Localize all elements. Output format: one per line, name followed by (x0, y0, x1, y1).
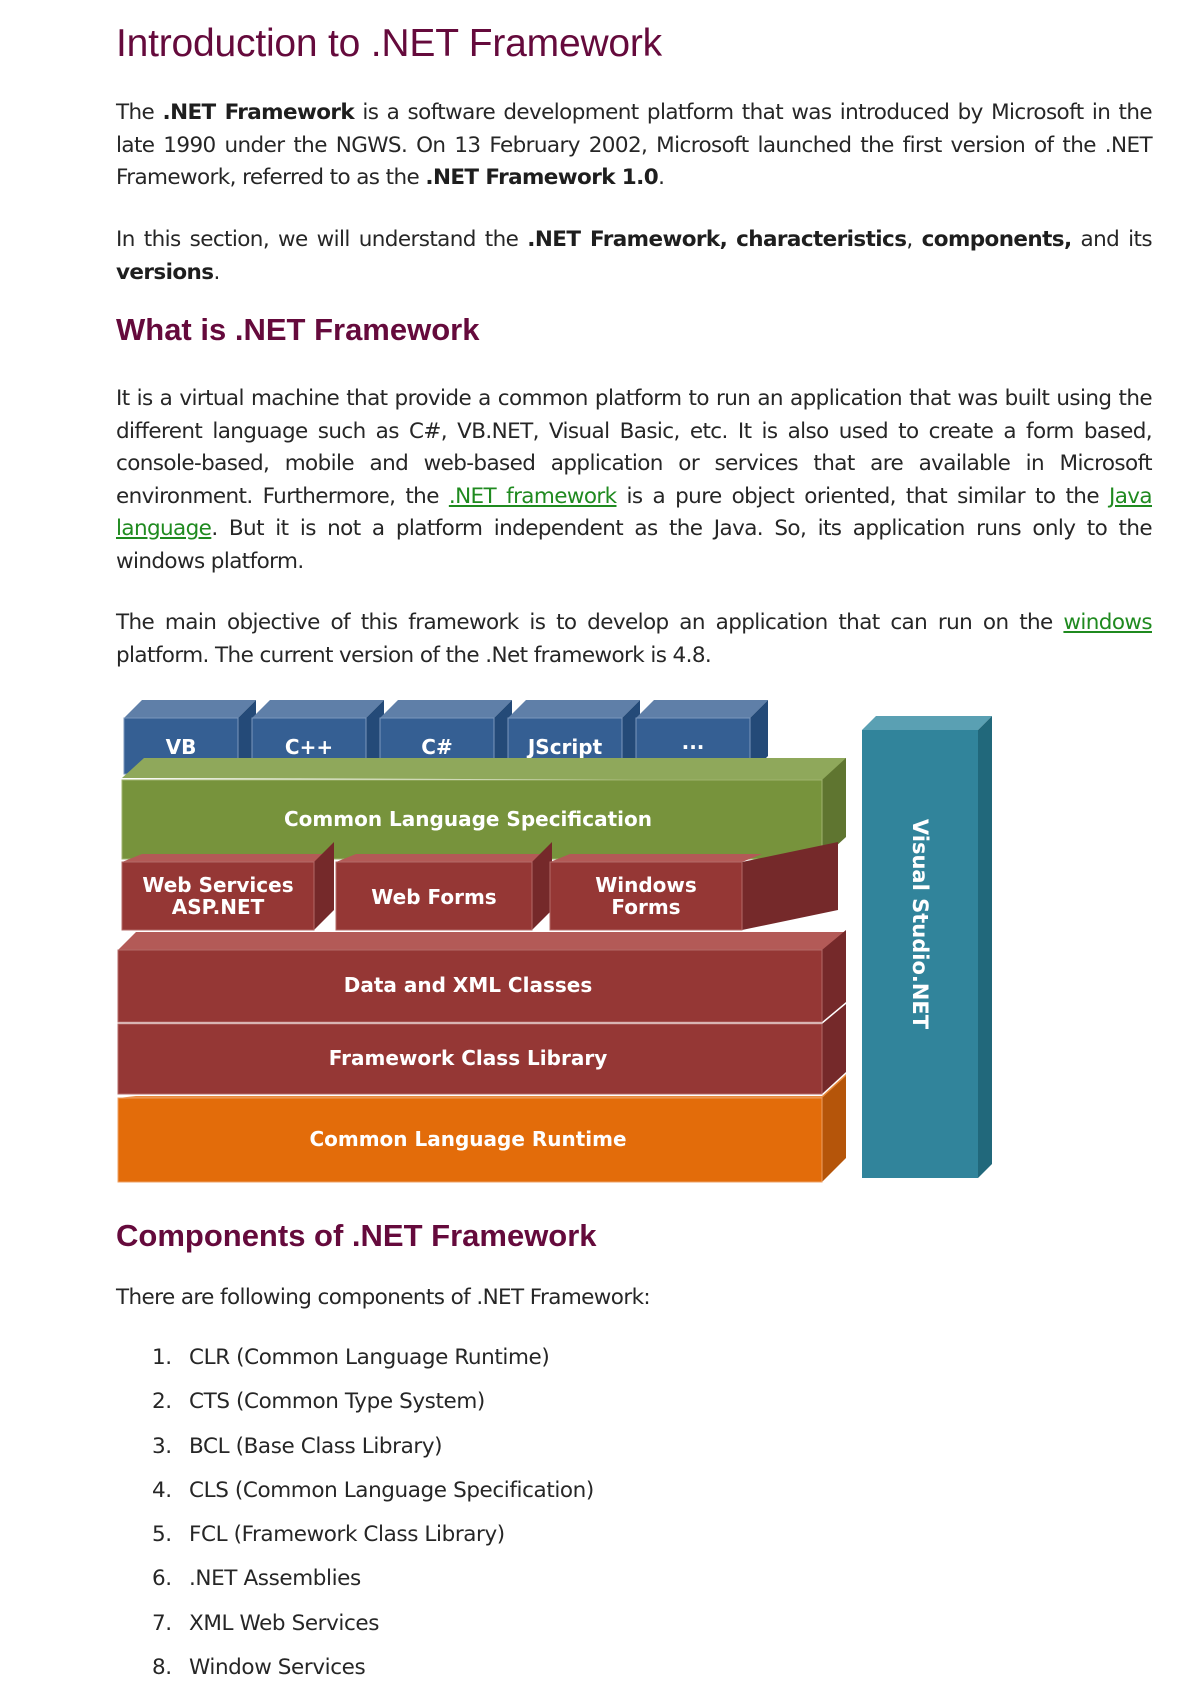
data-xml-label: Data and XML Classes (344, 973, 592, 997)
windows-link[interactable]: windows (1063, 610, 1152, 635)
list-item-text: CLS (Common Language Specification) (189, 1477, 594, 1503)
application-label: ASP.NET (172, 895, 265, 919)
text: and its (1071, 227, 1153, 252)
list-item-number: 6. (152, 1566, 172, 1592)
text: , (906, 227, 922, 252)
intro-paragraph-1: The .NET Framework is a software develop… (116, 97, 1153, 195)
application-label: Web Services (142, 873, 293, 897)
list-item-text: CTS (Common Type System) (189, 1389, 485, 1415)
section-heading-what-is: What is .NET Framework (116, 312, 480, 347)
list-item-text: FCL (Framework Class Library) (189, 1522, 505, 1548)
language-box-top-face (636, 700, 768, 718)
language-label: ··· (682, 735, 705, 759)
cls-top-face (122, 758, 846, 780)
list-item-number: 7. (152, 1610, 172, 1636)
language-box-top-face (380, 700, 512, 718)
list-item-number: 4. (152, 1477, 172, 1503)
vs-label: Visual Studio.NET (908, 819, 932, 1030)
bold-term: .NET Framework, (527, 227, 728, 252)
list-item-number: 2. (152, 1389, 172, 1415)
visual-studio-bar: Visual Studio.NET (862, 716, 992, 1178)
language-box-top-face (508, 700, 640, 718)
application-box: Web Forms (335, 842, 552, 931)
bold-term: .NET Framework (162, 100, 355, 125)
cls-label: Common Language Specification (284, 807, 652, 831)
list-item-text: Window Services (189, 1655, 366, 1681)
components-intro: There are following components of .NET F… (116, 1285, 651, 1310)
intro-paragraph-2: In this section, we will understand the … (116, 224, 1153, 289)
language-label: C# (421, 735, 452, 759)
text: The main objective of this framework is … (116, 610, 1064, 635)
text: platform. The current version of the .Ne… (116, 642, 712, 668)
list-item-text: BCL (Base Class Library) (189, 1433, 443, 1459)
application-box: WindowsForms (549, 842, 838, 931)
bold-term: characteristics (736, 227, 907, 252)
what-is-paragraph-2: The main objective of this framework is … (116, 607, 1153, 672)
list-item-text: XML Web Services (189, 1610, 380, 1636)
bold-term: components, (921, 227, 1073, 252)
fcl-label: Framework Class Library (329, 1046, 607, 1070)
list-item-number: 5. (152, 1522, 172, 1548)
cls-layer: Common Language Specification (121, 758, 846, 860)
text (727, 227, 736, 252)
list-item-text: CLR (Common Language Runtime) (189, 1345, 550, 1370)
text: is a pure object oriented, that similar … (616, 483, 1109, 509)
bold-term: versions (116, 259, 214, 285)
data-xml-layer: Data and XML Classes (117, 930, 846, 1023)
list-item-number: 8. (152, 1655, 172, 1681)
text: . But it is not a platform independent a… (116, 516, 1153, 574)
text: In this section, we will understand the (116, 227, 528, 252)
clr-label: Common Language Runtime (309, 1127, 626, 1151)
application-label: Forms (611, 895, 680, 919)
what-is-paragraph-1: It is a virtual machine that provide a c… (116, 383, 1153, 578)
text: . (658, 165, 665, 190)
language-box-top-face (124, 700, 256, 718)
language-label: JScript (526, 735, 603, 759)
application-box: Web ServicesASP.NET (121, 842, 334, 931)
application-label: Web Forms (371, 885, 496, 909)
text: . (213, 259, 220, 285)
language-box-top-face (252, 700, 384, 718)
clr-side-face (822, 1076, 846, 1182)
data-xml-top-face (118, 932, 846, 950)
application-box-top-face (122, 854, 334, 862)
application-box-top-face (336, 854, 552, 862)
list-item-number: 1. (152, 1345, 172, 1370)
bold-term: .NET Framework 1.0 (425, 165, 659, 190)
page-title: Introduction to .NET Framework (116, 22, 662, 65)
section-heading-components: Components of .NET Framework (116, 1218, 597, 1253)
language-label: C++ (285, 735, 333, 759)
list-item-text: .NET Assemblies (189, 1566, 361, 1592)
net-framework-architecture-diagram: VB C++ C# JScript ··· Common Language Specif… (117, 700, 992, 1183)
application-layer: Web ServicesASP.NET Web Forms WindowsForms (121, 842, 838, 931)
vs-side-face (978, 716, 992, 1178)
vs-top-face (862, 716, 992, 730)
application-label: Windows (595, 873, 697, 897)
net-framework-link[interactable]: .NET framework (449, 484, 617, 509)
language-label: VB (166, 735, 197, 759)
list-item-number: 3. (152, 1433, 172, 1459)
application-box-top-face (550, 854, 762, 862)
text: The (116, 100, 163, 125)
